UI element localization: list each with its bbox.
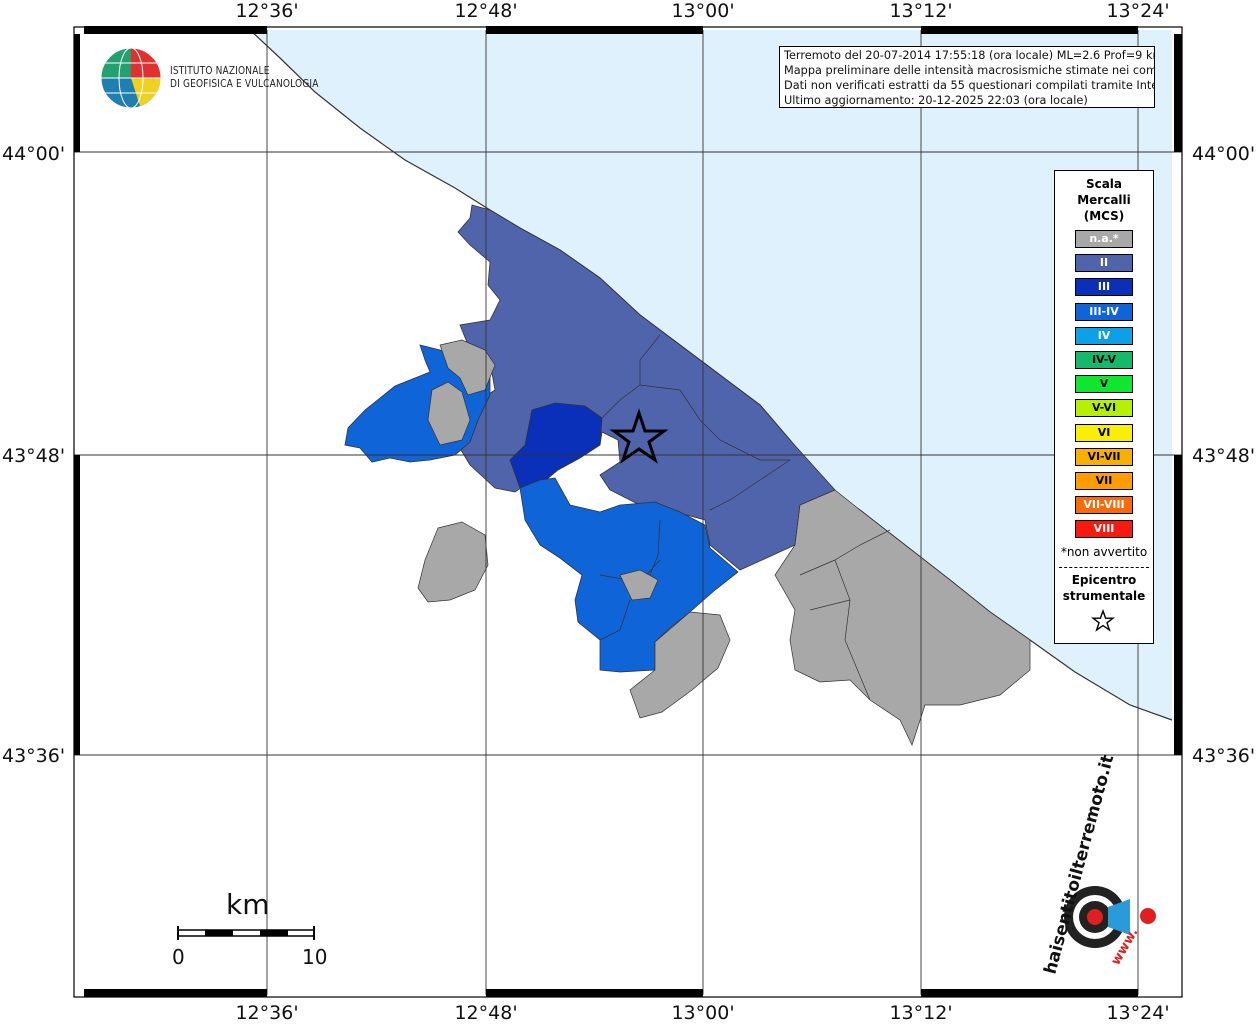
legend-title-line2: Mercalli: [1077, 193, 1131, 207]
latitude-label-right-2: 43°48': [1192, 445, 1256, 467]
longitude-label-top-1: 12°36': [235, 0, 299, 22]
scale-end-label: 10: [302, 945, 328, 969]
longitude-label-top-5: 13°24': [1106, 0, 1170, 22]
latitude-label-left-1: 44°00': [2, 143, 66, 165]
legend-class-3: III-IV: [1075, 302, 1133, 321]
legend-divider: [1059, 567, 1149, 568]
legend-title: Scala Mercalli (MCS): [1055, 176, 1153, 224]
legend-class-9: VI-VII: [1075, 447, 1133, 466]
legend-class-5: IV-V: [1075, 351, 1133, 369]
longitude-label-top-3: 13°00': [671, 0, 735, 22]
legend-star-icon: [1091, 609, 1115, 632]
legend-class-12: VIII: [1075, 520, 1133, 539]
institution-name-line1: ISTITUTO NAZIONALE: [170, 64, 270, 77]
latitude-label-left-3: 43°36': [2, 745, 66, 767]
event-info-line1: Terremoto del 20-07-2014 17:55:18 (ora l…: [784, 49, 1155, 62]
latitude-label-right-3: 43°36': [1192, 745, 1256, 767]
legend-class-4: IV: [1075, 326, 1133, 345]
scale-start-label: 0: [172, 945, 185, 969]
longitude-label-top-2: 12°48': [454, 0, 518, 22]
scale-unit-label: km: [226, 888, 270, 921]
legend-class-1: II: [1075, 254, 1133, 273]
legend-class-6: V: [1075, 375, 1133, 394]
longitude-label-bottom-1: 12°36': [235, 1002, 299, 1024]
legend-note: *non avvertito: [1060, 545, 1148, 559]
legend-title-line1: Scala: [1085, 177, 1123, 191]
legend-class-2: III: [1075, 278, 1133, 297]
longitude-label-bottom-2: 12°48': [454, 1002, 518, 1024]
institution-name: ISTITUTO NAZIONALE DI GEOFISICA E VULCAN…: [170, 64, 319, 90]
event-info-line4: Ultimo aggiornamento: 20-12-2025 22:03 (…: [784, 94, 1088, 107]
legend-epicenter-line1: Epicentro: [1071, 573, 1137, 587]
legend-class-11: VII-VIII: [1075, 496, 1133, 515]
municipality-na-3: [417, 521, 489, 603]
event-info-box: Terremoto del 20-07-2014 17:55:18 (ora l…: [779, 46, 1155, 108]
legend-epicenter-line2: strumentale: [1062, 589, 1146, 603]
longitude-label-top-4: 13°12': [889, 0, 953, 22]
longitude-label-bottom-5: 13°24': [1106, 1002, 1170, 1024]
event-info-line3: Dati non verificati estratti da 55 quest…: [784, 79, 1155, 92]
longitude-label-bottom-4: 13°12': [889, 1002, 953, 1024]
latitude-label-right-1: 44°00': [1192, 143, 1256, 165]
legend-title-line3: (MCS): [1083, 209, 1125, 223]
legend-class-10: VII: [1075, 472, 1133, 490]
latitude-label-left-2: 43°48': [2, 445, 66, 467]
ingv-logo-icon: [100, 47, 162, 109]
institution-name-line2: DI GEOFISICA E VULCANOLOGIA: [170, 77, 319, 90]
intensity-legend: Scala Mercalli (MCS) n.a.* II III III-IV IV I…: [1054, 170, 1154, 644]
legend-class-0: n.a.*: [1075, 230, 1133, 248]
legend-epicenter-label: Epicentro strumentale: [1055, 572, 1153, 604]
event-info-line2: Mappa preliminare delle intensità macros…: [784, 64, 1155, 77]
legend-class-8: VI: [1075, 423, 1133, 442]
longitude-label-bottom-3: 13°00': [671, 1002, 735, 1024]
scale-bar: [177, 926, 315, 940]
legend-class-7: V-VI: [1075, 399, 1133, 418]
